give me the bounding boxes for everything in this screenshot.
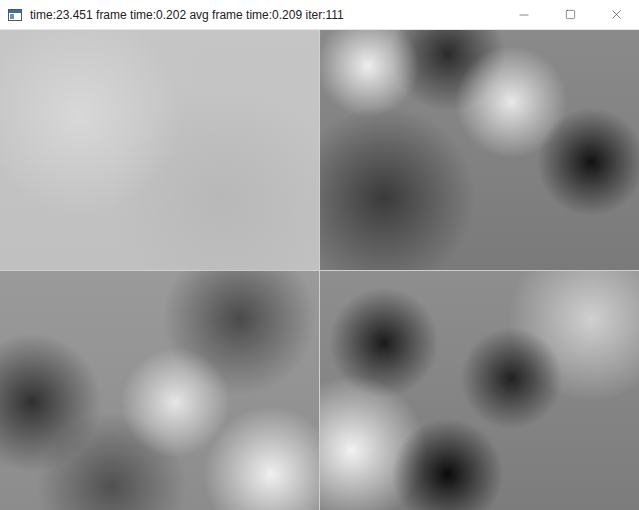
- window-title: time:23.451 frame time:0.202 avg frame t…: [30, 6, 344, 24]
- noise-panel: [0, 271, 319, 510]
- title-bar: time:23.451 frame time:0.202 avg frame t…: [0, 0, 639, 30]
- render-grid: [0, 30, 639, 510]
- app-window: time:23.451 frame time:0.202 avg frame t…: [0, 0, 639, 510]
- noise-panel: [0, 30, 319, 270]
- noise-panel: [320, 271, 639, 510]
- noise-panel: [320, 30, 639, 270]
- window-icon: [8, 9, 22, 21]
- minimize-button[interactable]: [501, 0, 547, 29]
- minimize-icon: [517, 8, 531, 22]
- maximize-icon: [565, 9, 576, 20]
- close-button[interactable]: [593, 0, 639, 29]
- close-icon: [609, 7, 624, 22]
- maximize-button[interactable]: [547, 0, 593, 29]
